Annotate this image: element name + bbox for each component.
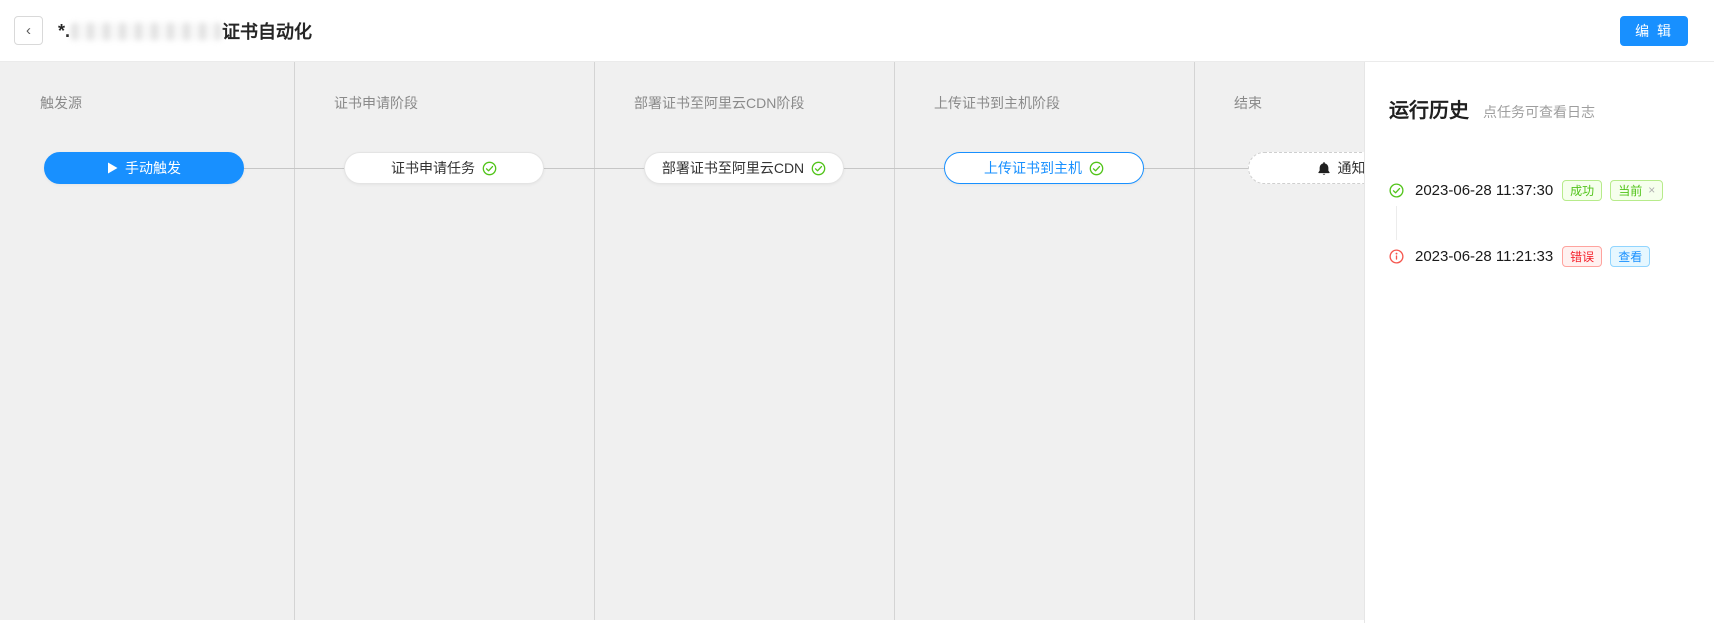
- chevron-left-icon: ‹: [26, 23, 31, 38]
- play-icon: [107, 162, 118, 174]
- column-divider: [894, 62, 895, 623]
- node-connector: [544, 168, 644, 169]
- check-circle-icon: [482, 161, 497, 176]
- column-label-cert-apply-stage: 证书申请阶段: [334, 93, 418, 113]
- node-label: 证书申请任务: [391, 158, 475, 178]
- close-icon[interactable]: ×: [1648, 183, 1655, 197]
- edit-button[interactable]: 编 辑: [1620, 16, 1688, 46]
- page-title-prefix: *.: [58, 21, 70, 42]
- node-manual-trigger[interactable]: 手动触发: [44, 152, 244, 184]
- history-timestamp: 2023-06-28 11:21:33: [1415, 248, 1553, 265]
- column-divider: [294, 62, 295, 623]
- node-connector: [844, 168, 944, 169]
- node-connector: [1144, 168, 1248, 169]
- panel-subtitle: 点任务可查看日志: [1483, 102, 1595, 122]
- node-label: 部署证书至阿里云CDN: [662, 158, 804, 178]
- node-label: 手动触发: [125, 158, 181, 178]
- column-label-end: 结束: [1234, 93, 1262, 113]
- node-deploy-aliyun-cdn[interactable]: 部署证书至阿里云CDN: [644, 152, 844, 184]
- bell-icon: [1317, 161, 1331, 176]
- page-title-suffix: 证书自动化: [222, 18, 312, 44]
- node-upload-cert-to-host[interactable]: 上传证书到主机: [944, 152, 1144, 184]
- panel-title: 运行历史: [1389, 94, 1469, 123]
- check-circle-icon: [1089, 161, 1104, 176]
- history-timeline: 2023-06-28 11:37:30 成功 当前 × 2023-06-28 1…: [1389, 179, 1694, 267]
- node-label: 上传证书到主机: [984, 158, 1082, 178]
- error-circle-icon: [1389, 249, 1404, 264]
- status-badge-error: 错误: [1562, 246, 1602, 267]
- column-divider: [594, 62, 595, 623]
- node-cert-apply-task[interactable]: 证书申请任务: [344, 152, 544, 184]
- status-badge-success: 成功: [1562, 180, 1602, 201]
- back-button[interactable]: ‹: [14, 16, 43, 45]
- column-label-upload-host-stage: 上传证书到主机阶段: [934, 93, 1060, 113]
- column-label-deploy-cdn-stage: 部署证书至阿里云CDN阶段: [634, 93, 804, 113]
- view-log-button[interactable]: 查看: [1610, 246, 1650, 267]
- redacted-domain-blur: [71, 23, 221, 40]
- page-header: ‹ *. 证书自动化 编 辑: [0, 0, 1714, 62]
- history-entry-error[interactable]: 2023-06-28 11:21:33 错误 查看: [1389, 245, 1694, 267]
- timeline-connector: [1396, 206, 1397, 240]
- current-badge: 当前 ×: [1610, 180, 1663, 201]
- column-label-trigger-source: 触发源: [40, 93, 82, 113]
- column-divider: [1194, 62, 1195, 623]
- run-history-panel: 运行历史 点任务可查看日志 2023-06-28 11:37:30 成功 当前 …: [1364, 62, 1714, 623]
- check-circle-icon: [811, 161, 826, 176]
- page-title: *. 证书自动化: [58, 0, 312, 62]
- history-timestamp: 2023-06-28 11:37:30: [1415, 182, 1553, 199]
- success-circle-icon: [1389, 183, 1404, 198]
- history-entry-success[interactable]: 2023-06-28 11:37:30 成功 当前 ×: [1389, 179, 1694, 201]
- node-connector: [244, 168, 344, 169]
